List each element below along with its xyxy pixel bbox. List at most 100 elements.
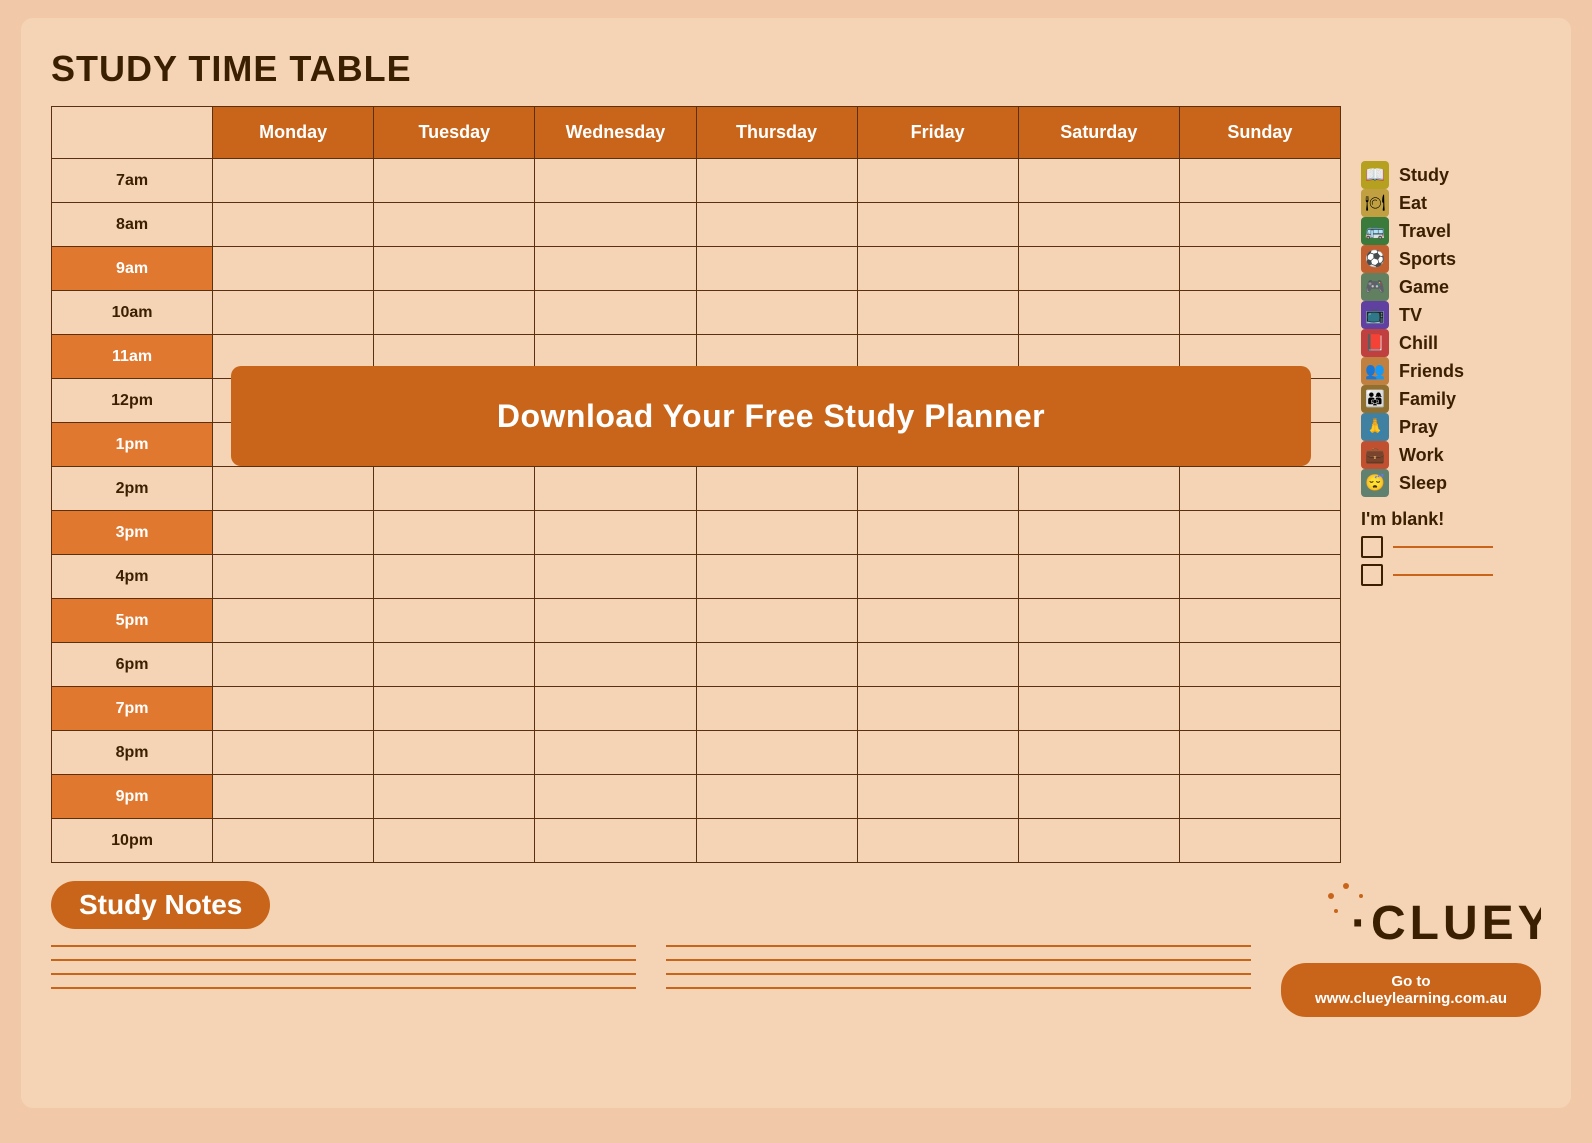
- schedule-cell[interactable]: [535, 775, 696, 819]
- schedule-cell[interactable]: [213, 731, 374, 775]
- schedule-cell[interactable]: [857, 467, 1018, 511]
- schedule-cell[interactable]: [1018, 291, 1179, 335]
- schedule-cell[interactable]: [374, 819, 535, 863]
- schedule-cell[interactable]: [1018, 247, 1179, 291]
- download-button[interactable]: Download Your Free Study Planner: [231, 366, 1311, 466]
- schedule-cell[interactable]: [535, 731, 696, 775]
- schedule-cell[interactable]: [374, 511, 535, 555]
- schedule-cell[interactable]: [374, 247, 535, 291]
- schedule-cell[interactable]: [374, 731, 535, 775]
- schedule-cell[interactable]: [374, 291, 535, 335]
- schedule-cell[interactable]: [1018, 599, 1179, 643]
- schedule-cell[interactable]: [1018, 511, 1179, 555]
- schedule-cell[interactable]: [535, 599, 696, 643]
- schedule-cell[interactable]: [374, 599, 535, 643]
- blank-checkbox-1[interactable]: [1361, 536, 1541, 558]
- schedule-cell[interactable]: [857, 555, 1018, 599]
- schedule-cell[interactable]: [213, 819, 374, 863]
- schedule-cell[interactable]: [374, 687, 535, 731]
- schedule-cell[interactable]: [696, 819, 857, 863]
- schedule-cell[interactable]: [213, 555, 374, 599]
- schedule-cell[interactable]: [1179, 247, 1340, 291]
- schedule-cell[interactable]: [696, 159, 857, 203]
- schedule-cell[interactable]: [213, 247, 374, 291]
- schedule-cell[interactable]: [535, 687, 696, 731]
- schedule-cell[interactable]: [696, 775, 857, 819]
- schedule-cell[interactable]: [696, 731, 857, 775]
- schedule-cell[interactable]: [857, 599, 1018, 643]
- schedule-cell[interactable]: [374, 643, 535, 687]
- schedule-cell[interactable]: [1179, 731, 1340, 775]
- schedule-cell[interactable]: [535, 203, 696, 247]
- schedule-cell[interactable]: [213, 643, 374, 687]
- schedule-cell[interactable]: [1018, 731, 1179, 775]
- schedule-cell[interactable]: [1179, 819, 1340, 863]
- schedule-cell[interactable]: [857, 731, 1018, 775]
- schedule-cell[interactable]: [1179, 555, 1340, 599]
- schedule-cell[interactable]: [1179, 159, 1340, 203]
- schedule-cell[interactable]: [696, 203, 857, 247]
- schedule-cell[interactable]: [696, 599, 857, 643]
- schedule-cell[interactable]: [213, 203, 374, 247]
- schedule-cell[interactable]: [857, 511, 1018, 555]
- schedule-cell[interactable]: [213, 291, 374, 335]
- schedule-cell[interactable]: [213, 687, 374, 731]
- schedule-cell[interactable]: [1018, 819, 1179, 863]
- schedule-cell[interactable]: [535, 511, 696, 555]
- schedule-cell[interactable]: [857, 687, 1018, 731]
- schedule-cell[interactable]: [1018, 643, 1179, 687]
- schedule-cell[interactable]: [696, 643, 857, 687]
- schedule-cell[interactable]: [213, 511, 374, 555]
- schedule-cell[interactable]: [1018, 467, 1179, 511]
- schedule-cell[interactable]: [1018, 775, 1179, 819]
- schedule-cell[interactable]: [696, 247, 857, 291]
- schedule-cell[interactable]: [213, 159, 374, 203]
- legend-item-sleep: 😴Sleep: [1361, 469, 1541, 497]
- schedule-cell[interactable]: [857, 643, 1018, 687]
- schedule-cell[interactable]: [374, 555, 535, 599]
- schedule-cell[interactable]: [1179, 203, 1340, 247]
- schedule-cell[interactable]: [374, 775, 535, 819]
- schedule-cell[interactable]: [696, 467, 857, 511]
- schedule-cell[interactable]: [535, 159, 696, 203]
- schedule-cell[interactable]: [696, 511, 857, 555]
- schedule-cell[interactable]: [535, 819, 696, 863]
- schedule-cell[interactable]: [696, 687, 857, 731]
- schedule-cell[interactable]: [213, 775, 374, 819]
- schedule-cell[interactable]: [857, 775, 1018, 819]
- schedule-cell[interactable]: [696, 555, 857, 599]
- blank-checkbox-2[interactable]: [1361, 564, 1541, 586]
- schedule-cell[interactable]: [1018, 159, 1179, 203]
- sleep-icon: 😴: [1361, 469, 1389, 497]
- schedule-cell[interactable]: [1179, 643, 1340, 687]
- schedule-cell[interactable]: [213, 467, 374, 511]
- schedule-cell[interactable]: [535, 467, 696, 511]
- schedule-cell[interactable]: [1018, 203, 1179, 247]
- notes-row-1: [51, 945, 1251, 947]
- schedule-cell[interactable]: [1179, 687, 1340, 731]
- schedule-cell[interactable]: [1179, 511, 1340, 555]
- schedule-cell[interactable]: [535, 643, 696, 687]
- schedule-cell[interactable]: [535, 291, 696, 335]
- schedule-cell[interactable]: [374, 159, 535, 203]
- schedule-cell[interactable]: [1179, 599, 1340, 643]
- schedule-cell[interactable]: [1018, 687, 1179, 731]
- website-button[interactable]: Go to www.clueylearning.com.au: [1281, 963, 1541, 1017]
- schedule-cell[interactable]: [857, 291, 1018, 335]
- schedule-cell[interactable]: [696, 291, 857, 335]
- schedule-cell[interactable]: [1179, 467, 1340, 511]
- schedule-cell[interactable]: [1179, 291, 1340, 335]
- schedule-cell[interactable]: [857, 247, 1018, 291]
- schedule-cell[interactable]: [857, 159, 1018, 203]
- schedule-cell[interactable]: [857, 819, 1018, 863]
- schedule-cell[interactable]: [1018, 555, 1179, 599]
- schedule-cell[interactable]: [857, 203, 1018, 247]
- schedule-cell[interactable]: [535, 247, 696, 291]
- schedule-cell[interactable]: [213, 599, 374, 643]
- schedule-cell[interactable]: [535, 555, 696, 599]
- schedule-cell[interactable]: [1179, 775, 1340, 819]
- schedule-cell[interactable]: [374, 203, 535, 247]
- legend-item-travel: 🚌Travel: [1361, 217, 1541, 245]
- legend-label-travel: Travel: [1399, 221, 1451, 242]
- schedule-cell[interactable]: [374, 467, 535, 511]
